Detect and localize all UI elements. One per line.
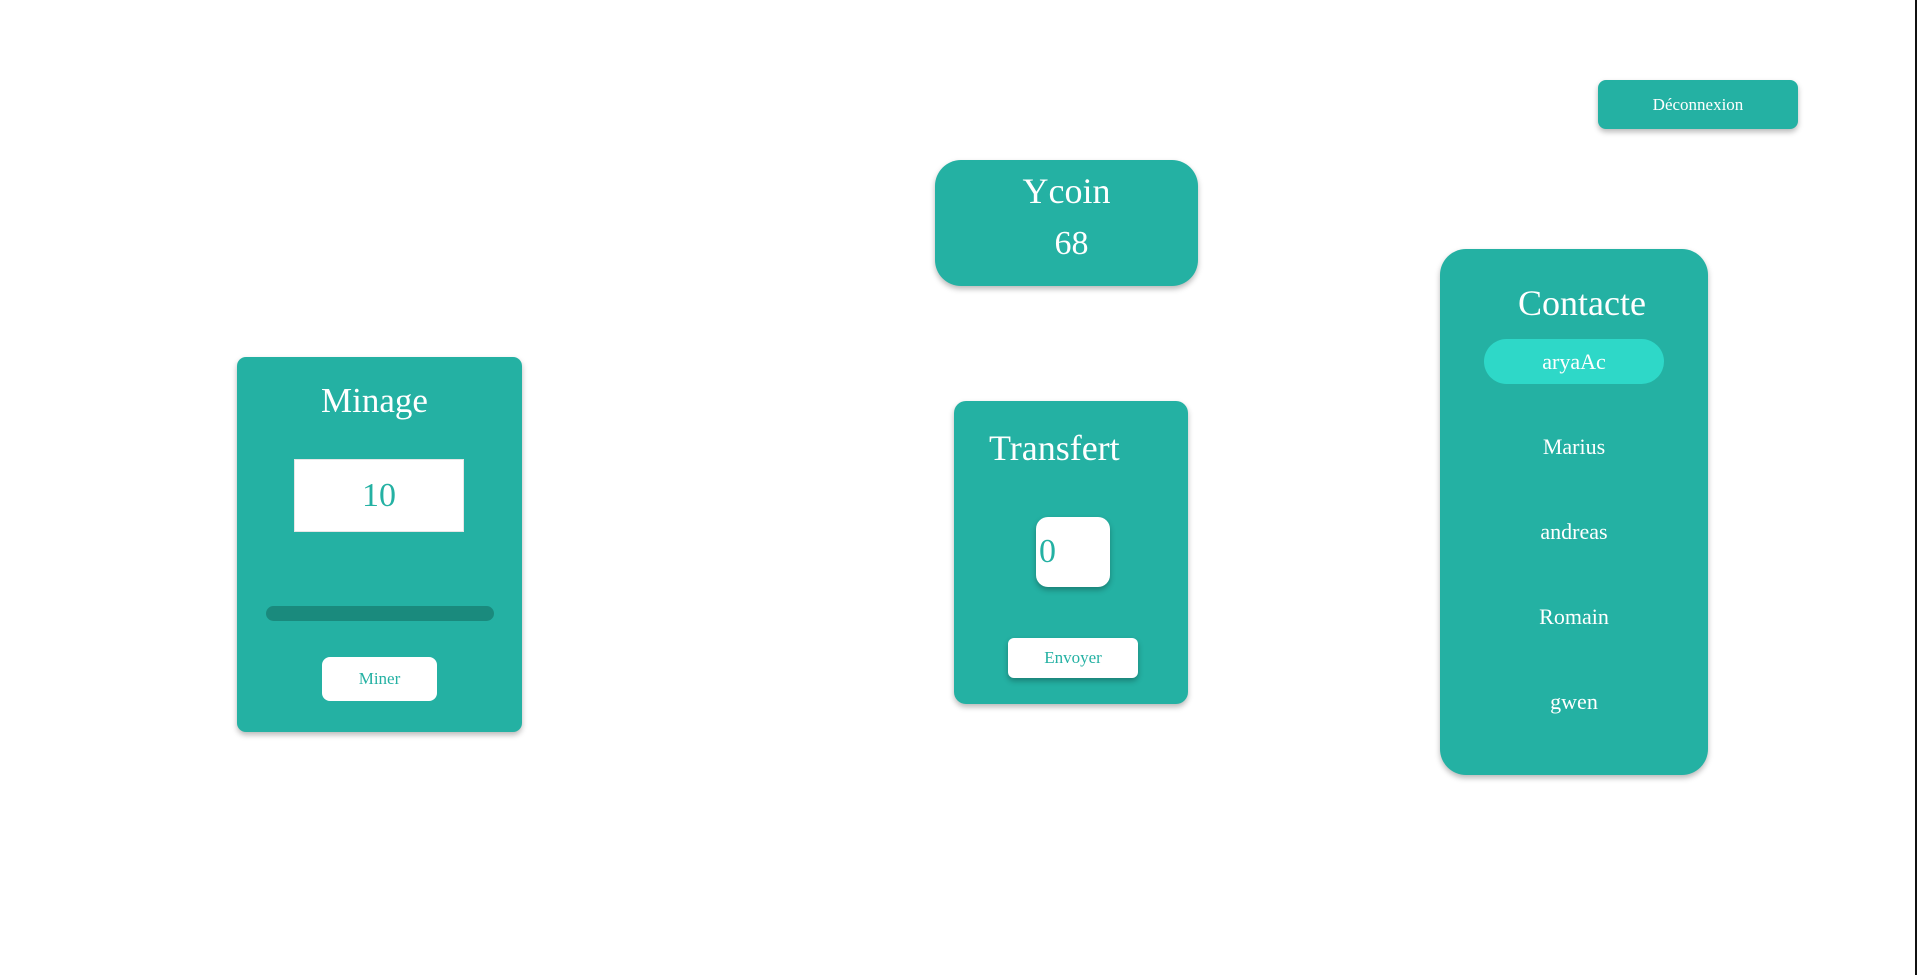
contact-item-andreas[interactable]: andreas: [1484, 509, 1664, 554]
contact-item-aryaac[interactable]: aryaAc: [1484, 339, 1664, 384]
transfer-card: Transfert 0 Envoyer: [954, 401, 1188, 704]
send-button[interactable]: Envoyer: [1008, 638, 1138, 678]
contact-item-romain[interactable]: Romain: [1484, 594, 1664, 639]
contact-item-marius[interactable]: Marius: [1484, 424, 1664, 469]
mining-progress-bar: [266, 606, 494, 621]
mining-amount-input[interactable]: 10: [294, 459, 464, 532]
balance-card: Ycoin 68: [935, 160, 1198, 286]
currency-name: Ycoin: [1022, 171, 1111, 211]
balance-value: 68: [1054, 225, 1089, 262]
window-edge: [1915, 0, 1917, 975]
mine-button[interactable]: Miner: [322, 657, 437, 701]
app-page: Déconnexion Ycoin 68 Minage 10 Miner Tra…: [0, 0, 1920, 975]
logout-button[interactable]: Déconnexion: [1598, 80, 1798, 129]
mining-title: Minage: [321, 381, 428, 420]
transfer-amount-input[interactable]: 0: [1036, 517, 1110, 587]
contacts-card: Contacte aryaAc Marius andreas Romain gw…: [1440, 249, 1708, 775]
mining-card: Minage 10 Miner: [237, 357, 522, 732]
contact-item-gwen[interactable]: gwen: [1484, 679, 1664, 724]
contacts-title: Contacte: [1518, 283, 1646, 323]
transfer-title: Transfert: [989, 428, 1120, 468]
